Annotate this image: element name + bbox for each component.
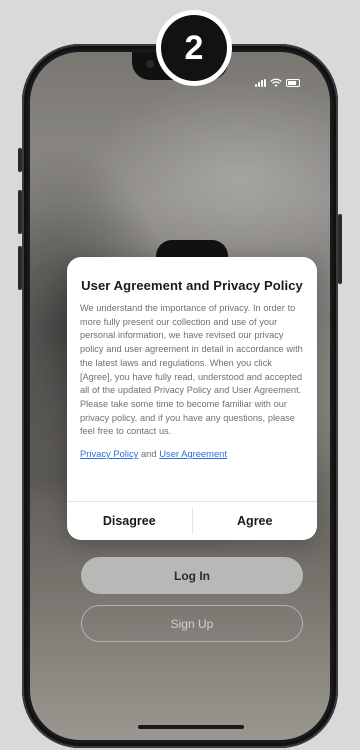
and-text: and <box>140 448 157 460</box>
wifi-icon <box>270 78 282 87</box>
policy-links: Privacy Policy and User Agreement <box>80 448 304 459</box>
privacy-dialog: User Agreement and Privacy Policy We und… <box>67 257 317 540</box>
user-agreement-link[interactable]: User Agreement <box>159 448 227 459</box>
home-indicator[interactable] <box>138 725 244 729</box>
step-number-badge: 2 <box>156 10 232 86</box>
front-camera-icon <box>146 60 154 68</box>
dialog-body-text: We understand the importance of privacy.… <box>80 303 303 437</box>
dialog-actions: Disagree Agree <box>67 502 317 540</box>
privacy-policy-link[interactable]: Privacy Policy <box>80 448 138 459</box>
signal-icon <box>255 79 266 87</box>
step-number: 2 <box>161 15 227 81</box>
dialog-title: User Agreement and Privacy Policy <box>81 278 303 293</box>
login-button[interactable]: Log In <box>81 557 303 594</box>
agree-button[interactable]: Agree <box>193 502 318 540</box>
signup-button[interactable]: Sign Up <box>81 605 303 642</box>
volume-up-button <box>18 190 22 234</box>
battery-icon <box>286 79 300 87</box>
mute-switch <box>18 148 22 172</box>
disagree-button[interactable]: Disagree <box>67 502 192 540</box>
status-bar <box>255 78 300 88</box>
power-button <box>338 214 342 284</box>
volume-down-button <box>18 246 22 290</box>
